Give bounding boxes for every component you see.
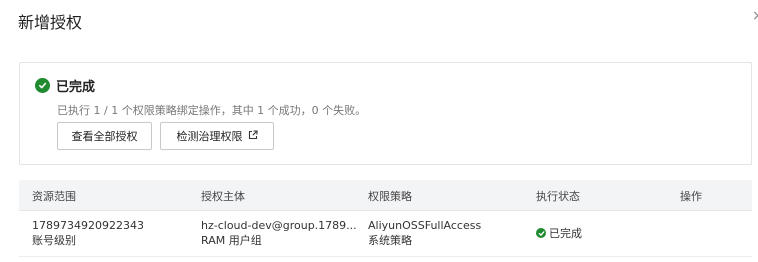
header-principal: 授权主体 [201, 190, 245, 203]
status-title: 已完成 [56, 79, 96, 95]
external-link-icon [248, 129, 258, 143]
check-label: 检测治理权限 [176, 130, 243, 143]
header-status: 执行状态 [536, 190, 580, 203]
authorization-table: 资源范围 授权主体 权限策略 执行状态 操作 1789734920922343 … [19, 180, 752, 257]
table-row: 1789734920922343 账号级别 hz-cloud-dev@group… [19, 211, 752, 257]
check-governance-permissions-button[interactable]: 检测治理权限 [160, 122, 274, 150]
status-description: 已执行 1 / 1 个权限策略绑定操作，其中 1 个成功，0 个失败。 [57, 104, 367, 117]
principal-type: RAM 用户组 [201, 234, 262, 247]
view-all-authorizations-button[interactable]: 查看全部授权 [57, 122, 152, 150]
policy-name: AliyunOSSFullAccess [368, 219, 482, 232]
execution-status-label: 已完成 [549, 227, 582, 240]
scope-id: 1789734920922343 [32, 219, 144, 232]
scope-level: 账号级别 [32, 234, 76, 247]
check-circle-icon [35, 77, 50, 93]
view-all-label: 查看全部授权 [71, 130, 138, 143]
dialog-header: 新增授权 × [0, 0, 758, 40]
header-policy: 权限策略 [368, 190, 412, 203]
policy-type: 系统策略 [368, 234, 412, 247]
table-header: 资源范围 授权主体 权限策略 执行状态 操作 [19, 180, 752, 211]
header-action: 操作 [680, 190, 702, 203]
principal-name: hz-cloud-dev@group.1789... [201, 219, 357, 232]
close-icon[interactable]: × [752, 8, 758, 24]
result-panel: 已完成 已执行 1 / 1 个权限策略绑定操作，其中 1 个成功，0 个失败。 … [19, 62, 752, 165]
header-scope: 资源范围 [32, 190, 76, 203]
check-circle-icon [536, 228, 546, 238]
dialog-title: 新增授权 [18, 13, 83, 32]
status-row: 已完成 [35, 76, 96, 95]
execution-status: 已完成 [536, 225, 582, 241]
